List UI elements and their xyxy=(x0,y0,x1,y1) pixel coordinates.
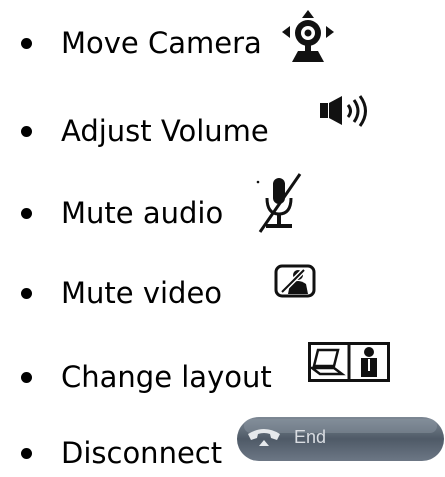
bullet xyxy=(21,38,32,49)
feature-list: Move Camera Adjust Volume Mute audio Mut… xyxy=(0,0,445,477)
list-item-adjust-volume: Adjust Volume xyxy=(0,94,445,154)
bullet xyxy=(21,126,32,137)
bullet xyxy=(21,448,32,459)
video-muted-icon xyxy=(274,264,316,298)
list-item-move-camera: Move Camera xyxy=(0,10,445,76)
list-item-label: Mute audio xyxy=(61,196,224,230)
list-item-label: Change layout xyxy=(61,360,272,394)
end-call-button[interactable]: End xyxy=(236,416,445,462)
list-item-disconnect: Disconnect End xyxy=(0,410,445,470)
list-item-label: Mute video xyxy=(61,276,223,310)
end-button-label: End xyxy=(294,427,327,447)
list-item-label: Move Camera xyxy=(61,26,262,60)
layout-icon xyxy=(308,342,390,382)
list-item-mute-audio: Mute audio xyxy=(0,170,445,233)
microphone-muted-icon xyxy=(254,172,306,234)
list-item-label: Adjust Volume xyxy=(61,114,269,148)
bullet xyxy=(21,372,32,383)
list-item-change-layout: Change layout xyxy=(0,330,445,394)
bullet xyxy=(21,208,32,219)
camera-move-icon xyxy=(278,8,338,66)
list-item-mute-video: Mute video xyxy=(0,256,445,316)
list-item-label: Disconnect xyxy=(61,436,223,470)
bullet xyxy=(21,288,32,299)
speaker-volume-icon xyxy=(318,94,374,128)
